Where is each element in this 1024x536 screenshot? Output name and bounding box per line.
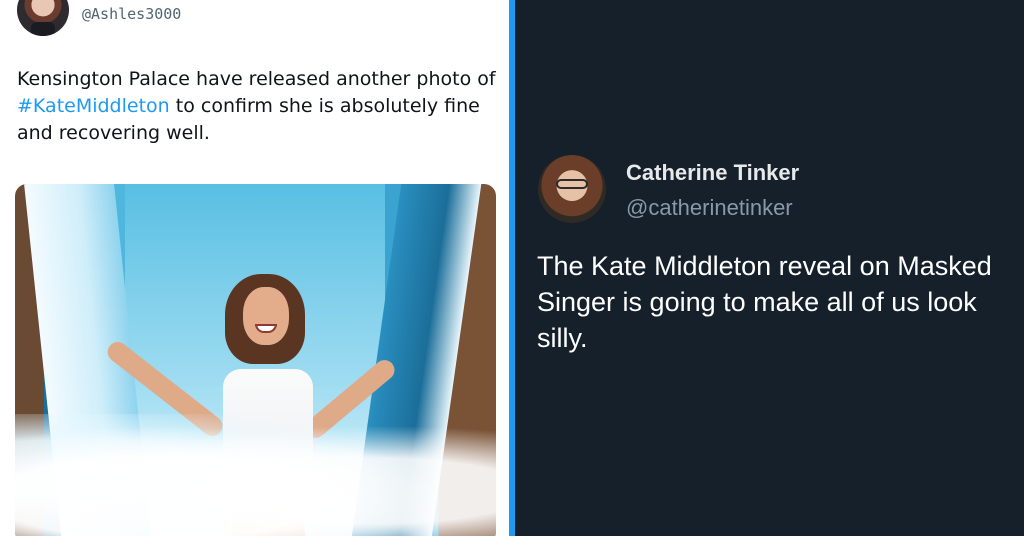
right-tweet-card: Catherine Tinker @catherinetinker The Ka… [515, 0, 1024, 536]
avatar-suit [31, 22, 55, 36]
tweet-text-before: Kensington Palace have released another … [17, 68, 496, 90]
avatar[interactable] [538, 155, 606, 223]
left-tweet-card: @Ashles3000 Kensington Palace have relea… [0, 0, 509, 536]
tweet-text: The Kate Middleton reveal on Masked Sing… [537, 251, 992, 353]
glasses [556, 179, 588, 189]
display-name[interactable]: Catherine Tinker [626, 160, 799, 186]
tweet-handle[interactable]: @catherinetinker [626, 195, 793, 221]
avatar[interactable] [17, 0, 69, 36]
tweet-handle[interactable]: @Ashles3000 [82, 5, 181, 23]
tweet-text: Kensington Palace have released another … [17, 66, 497, 147]
tweet-media-image[interactable] [15, 184, 496, 536]
hashtag-link[interactable]: #KateMiddleton [17, 95, 170, 117]
water-splash [15, 414, 496, 536]
face [243, 287, 289, 345]
